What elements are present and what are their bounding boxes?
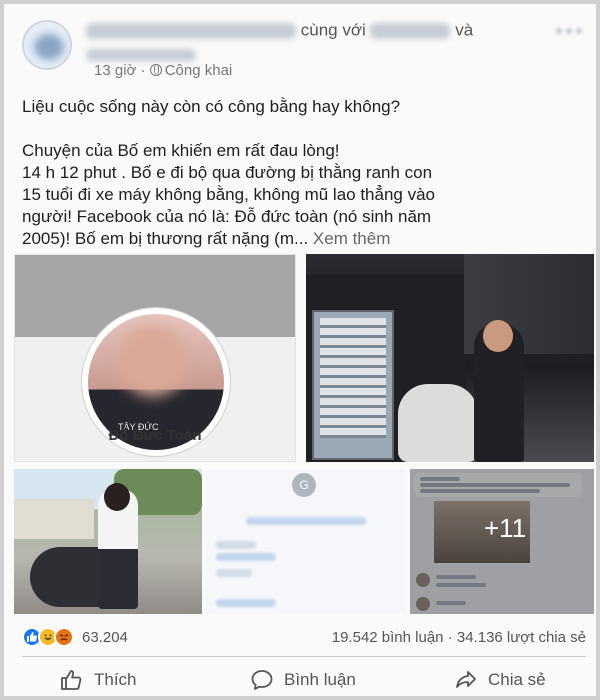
share-button[interactable]: Chia sẻ [454,662,546,698]
comment-button[interactable]: Bình luận [250,662,356,698]
more-photos-count: +11 [484,513,527,543]
blurred-second-line [86,46,206,61]
reaction-icons[interactable] [22,626,76,648]
with-text: cùng với [300,20,366,40]
comment-count[interactable]: 19.542 bình luận [332,629,444,646]
like-label: Thích [94,670,137,689]
post-line: Chuyện của Bố em khiến em rất đau lòng! [22,141,340,160]
share-count[interactable]: 34.136 lượt chia sẻ [457,629,586,646]
post-time[interactable]: 13 giờ [94,62,136,79]
post-body: Liệu cuộc sống này còn có công bằng hay … [22,96,587,250]
poster-names: cùng với và [86,20,586,42]
gallery-photo-blurred-profile[interactable]: G [206,469,406,614]
comment-icon [251,670,273,690]
reaction-count[interactable]: 63.204 [82,629,128,646]
display-cabinet [312,310,394,460]
gallery-photo-motorbike[interactable] [14,469,202,614]
and-text: và [455,20,474,40]
scooter [398,384,478,462]
profile-letter-avatar: G [292,473,316,497]
blurred-poster-name[interactable] [86,22,296,39]
post-header: cùng với và 13 giờ · Công khai [22,14,592,84]
poster-avatar[interactable] [22,20,72,70]
post-line: 14 h 12 phut . Bố e đi bộ qua đường bị t… [22,163,433,182]
post-line: người! Facebook của nó là: Đỗ đức toàn (… [22,207,432,226]
more-icon[interactable] [556,16,586,46]
stats-right: 19.542 bình luận · 34.136 lượt chia sẻ [331,629,586,646]
gallery-photo-more[interactable]: +11 [410,469,594,614]
privacy-label: Công khai [164,62,233,79]
post-card: cùng với và 13 giờ · Công khai Liệu cuộc… [0,0,600,700]
gallery-photo-night[interactable] [306,254,594,462]
post-line: 2005)! Bố em bị thương rất nặng (m... Xe… [22,229,391,248]
profile-name: Đỗ Đức Toàn [108,427,202,444]
thumbs-up-icon [61,670,82,690]
post-line: Liệu cuộc sống này còn có công bằng hay … [22,97,401,116]
share-label: Chia sẻ [488,670,546,689]
globe-icon [149,64,162,76]
angry-reaction-icon [54,627,74,647]
see-more-link[interactable]: Xem thêm [313,229,390,248]
blurred-tagged-name[interactable] [370,22,451,39]
divider [22,656,586,657]
post-stats: 63.204 19.542 bình luận · 34.136 lượt ch… [22,626,592,648]
share-icon [456,671,476,688]
like-button[interactable]: Thích [60,662,137,698]
gallery-photo-profile-screenshot[interactable]: TÂY ĐỨC Đỗ Đức Toàn [14,254,296,462]
comment-label: Bình luận [284,670,356,689]
action-bar: Thích Bình luận Chia sẻ [22,662,586,698]
post-line: 15 tuổi đi xe máy không bằng, không mũ l… [22,185,436,204]
post-meta: 13 giờ · Công khai [94,62,233,79]
blurred-face [118,324,188,396]
photo-gallery: TÂY ĐỨC Đỗ Đức Toàn G +11 [14,254,594,614]
